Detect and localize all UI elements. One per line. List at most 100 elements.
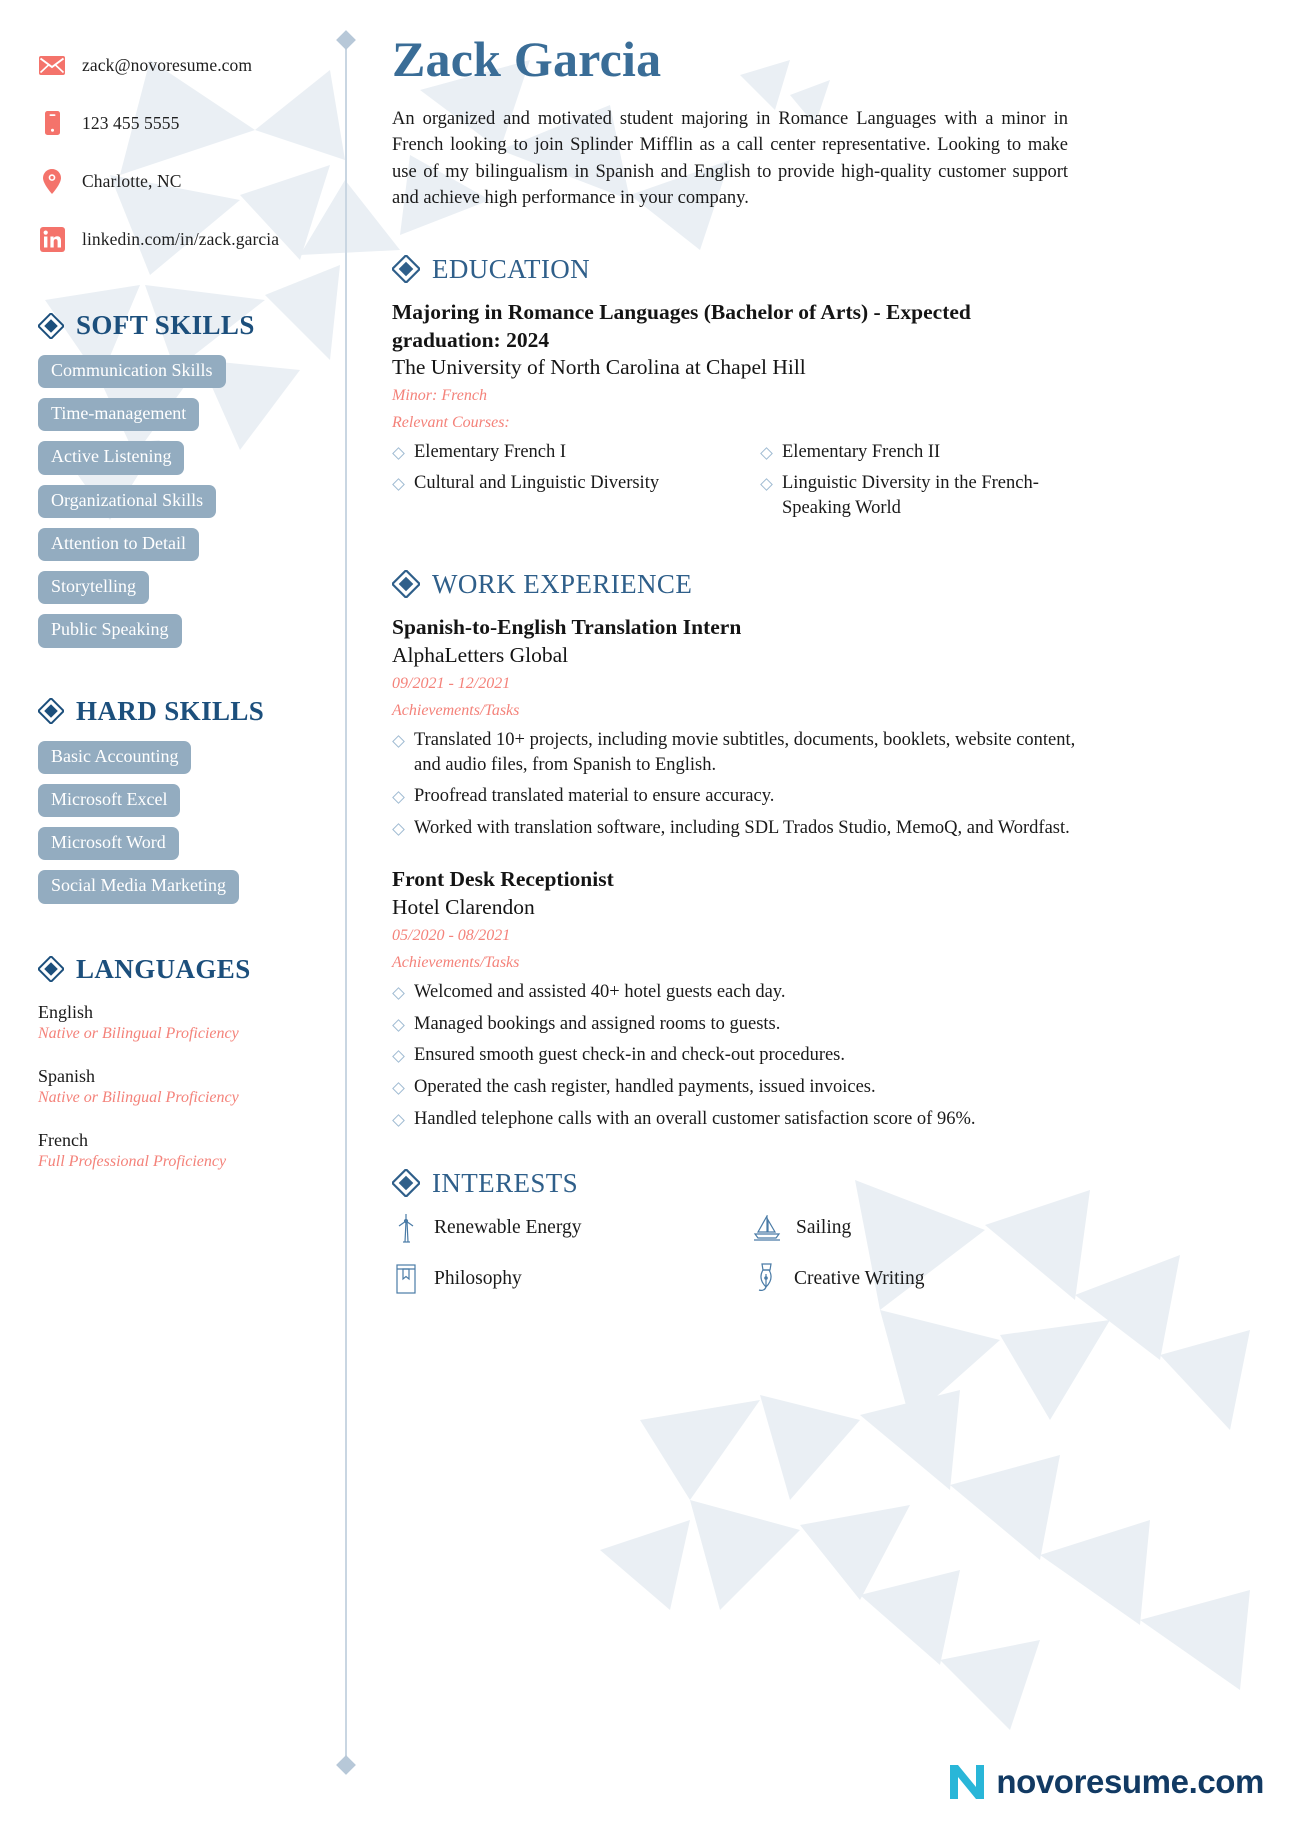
hard-skills-section: HARD SKILLS Basic Accounting Microsoft E… <box>38 695 327 914</box>
course-item: Cultural and Linguistic Diversity <box>392 471 752 496</box>
book-icon <box>392 1264 420 1294</box>
diamond-icon <box>38 312 64 339</box>
task-item: Worked with translation software, includ… <box>392 816 1085 841</box>
task-item: Managed bookings and assigned rooms to g… <box>392 1012 1085 1037</box>
interest-label: Renewable Energy <box>434 1217 582 1239</box>
skill-pill[interactable]: Organizational Skills <box>38 484 217 518</box>
language-item: Spanish Native or Bilingual Proficiency <box>38 1065 327 1109</box>
education-minor: Minor: French <box>392 387 487 405</box>
skill-pill[interactable]: Microsoft Word <box>38 827 179 861</box>
skill-pill[interactable]: Microsoft Excel <box>38 783 181 818</box>
skill-pill[interactable]: Time-management <box>38 398 200 432</box>
course-item: Linguistic Diversity in the French-Speak… <box>760 471 1085 520</box>
soft-skills-list: Communication Skills Time-management Act… <box>38 355 327 658</box>
contact-item-phone[interactable]: 123 455 5555 <box>38 94 327 152</box>
language-name: French <box>38 1129 88 1150</box>
contact-item-linkedin[interactable]: linkedin.com/in/zack.garcia <box>38 210 327 268</box>
task-item: Handled telephone calls with an overall … <box>392 1107 1085 1132</box>
education-title: EDUCATION <box>432 253 591 284</box>
hard-skills-list: Basic Accounting Microsoft Excel Microso… <box>38 740 327 914</box>
skill-pill[interactable]: Active Listening <box>38 441 185 475</box>
job-tasks-label: Achievements/Tasks <box>392 701 520 719</box>
hard-skills-title: HARD SKILLS <box>76 695 265 726</box>
interest-item-philosophy: Philosophy <box>392 1263 752 1295</box>
course-item: Elementary French I <box>392 440 752 465</box>
phone-icon <box>38 111 66 135</box>
job-company: AlphaLetters Global <box>392 642 569 667</box>
skill-pill[interactable]: Public Speaking <box>38 614 182 648</box>
language-item: English Native or Bilingual Proficiency <box>38 1001 327 1045</box>
main-content: Zack Garcia An organized and motivated s… <box>380 0 1085 1295</box>
interest-label: Sailing <box>796 1217 852 1239</box>
job-company: Hotel Clarendon <box>392 894 535 919</box>
task-item: Welcomed and assisted 40+ hotel guests e… <box>392 980 1085 1005</box>
profile-summary: An organized and motivated student major… <box>392 109 1068 208</box>
language-name: Spanish <box>38 1065 96 1086</box>
linkedin-icon <box>38 226 66 252</box>
interest-label: Philosophy <box>434 1268 522 1290</box>
envelope-icon <box>38 55 66 75</box>
languages-list: English Native or Bilingual Proficiency … <box>38 1001 327 1174</box>
soft-skills-heading: SOFT SKILLS <box>38 312 327 339</box>
contact-linkedin-text: linkedin.com/in/zack.garcia <box>82 228 280 249</box>
languages-title: LANGUAGES <box>76 953 251 984</box>
page-title: Zack Garcia <box>392 31 662 87</box>
resume-page: zack@novoresume.com 123 455 5555 Charlot… <box>0 0 1300 1839</box>
interest-item-creative-writing: Creative Writing <box>752 1263 1085 1295</box>
interest-item-renewable-energy: Renewable Energy <box>392 1213 752 1243</box>
skill-pill[interactable]: Communication Skills <box>38 355 226 389</box>
diamond-icon <box>392 1169 420 1198</box>
interests-grid: Renewable Energy Sailing Philosophy Crea… <box>392 1213 1085 1295</box>
education-school: The University of North Carolina at Chap… <box>392 355 806 380</box>
education-heading: EDUCATION <box>392 253 1085 284</box>
interests-heading: INTERESTS <box>392 1167 1085 1198</box>
task-item: Ensured smooth guest check-in and check-… <box>392 1043 1085 1068</box>
diamond-icon <box>392 255 420 284</box>
job-title: Front Desk Receptionist <box>392 867 614 892</box>
job-tasks-list: Translated 10+ projects, including movie… <box>392 728 1085 840</box>
language-level: Full Professional Proficiency <box>38 1153 227 1171</box>
skill-pill[interactable]: Basic Accounting <box>38 740 192 774</box>
language-level: Native or Bilingual Proficiency <box>38 1024 239 1042</box>
education-degree: Majoring in Romance Languages (Bachelor … <box>392 300 971 352</box>
contact-location-text: Charlotte, NC <box>82 170 182 191</box>
sailboat-icon <box>752 1215 782 1241</box>
skill-pill[interactable]: Storytelling <box>38 571 149 605</box>
novoresume-logo[interactable]: novoresume.com <box>946 1761 1264 1803</box>
diamond-icon <box>392 570 420 599</box>
diamond-icon <box>38 956 64 983</box>
work-experience-section: WORK EXPERIENCE Spanish-to-English Trans… <box>392 570 1085 1131</box>
soft-skills-section: SOFT SKILLS Communication Skills Time-ma… <box>38 312 327 658</box>
course-item: Elementary French II <box>760 440 1085 465</box>
soft-skills-title: SOFT SKILLS <box>76 310 255 340</box>
job-entry: Spanish-to-English Translation Intern Al… <box>392 614 1085 840</box>
contact-phone-text: 123 455 5555 <box>82 112 180 133</box>
fountain-pen-nib-icon <box>752 1263 780 1295</box>
contact-item-email[interactable]: zack@novoresume.com <box>38 36 327 94</box>
interest-item-sailing: Sailing <box>752 1213 1085 1243</box>
job-title: Spanish-to-English Translation Intern <box>392 615 742 640</box>
diamond-icon <box>38 698 64 725</box>
hard-skills-heading: HARD SKILLS <box>38 695 327 726</box>
novoresume-mark-icon <box>950 1765 985 1799</box>
languages-heading: LANGUAGES <box>38 953 327 984</box>
language-item: French Full Professional Proficiency <box>38 1129 327 1173</box>
skill-pill[interactable]: Social Media Marketing <box>38 870 239 904</box>
language-name: English <box>38 1001 94 1022</box>
column-divider <box>336 30 356 1775</box>
job-dates: 05/2020 - 08/2021 <box>392 926 511 944</box>
interests-title: INTERESTS <box>432 1167 579 1198</box>
novoresume-wordmark: novoresume.com <box>996 1763 1264 1800</box>
location-pin-icon <box>38 168 66 194</box>
education-section: EDUCATION Majoring in Romance Languages … <box>392 255 1085 526</box>
interests-section: INTERESTS Renewable Energy Sailing Philo… <box>392 1169 1085 1295</box>
contact-item-location[interactable]: Charlotte, NC <box>38 152 327 210</box>
job-tasks-list: Welcomed and assisted 40+ hotel guests e… <box>392 980 1085 1131</box>
work-experience-title: WORK EXPERIENCE <box>432 568 693 599</box>
language-level: Native or Bilingual Proficiency <box>38 1089 239 1107</box>
skill-pill[interactable]: Attention to Detail <box>38 527 199 562</box>
education-courses-label: Relevant Courses: <box>392 414 510 432</box>
task-item: Translated 10+ projects, including movie… <box>392 728 1085 777</box>
relevant-courses-grid: Elementary French I Cultural and Linguis… <box>392 436 1085 526</box>
contact-email-text: zack@novoresume.com <box>82 54 253 75</box>
